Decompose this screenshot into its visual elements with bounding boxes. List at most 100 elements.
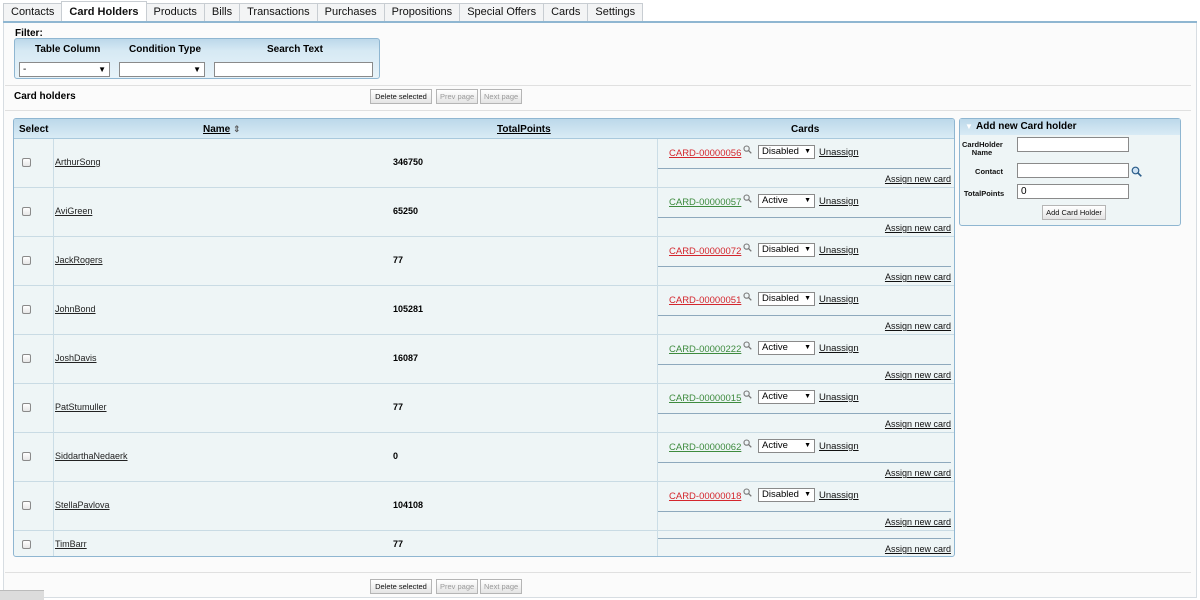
card-status-select[interactable]: Disabled ▼	[758, 145, 815, 159]
table-column-select[interactable]: - ▼	[19, 62, 110, 77]
assign-new-card-link[interactable]: Assign new card	[885, 223, 951, 233]
table-row: JoshDavis 16087 CARD-00000222 Active ▼ Unassi…	[14, 335, 954, 384]
magnifier-icon[interactable]	[743, 439, 752, 450]
tab-propositions[interactable]: Propositions	[383, 3, 461, 21]
card-status-select[interactable]: Active ▼	[758, 341, 815, 355]
delete-selected-button-bottom[interactable]: Delete selected	[370, 579, 432, 594]
tab-contacts[interactable]: Contacts	[3, 3, 63, 21]
tab-bills[interactable]: Bills	[203, 3, 241, 21]
assign-new-card-link[interactable]: Assign new card	[885, 544, 951, 554]
card-divider	[658, 511, 951, 512]
contact-lookup-icon[interactable]	[1131, 166, 1142, 180]
prev-page-button-bottom[interactable]: Prev page	[436, 579, 478, 594]
magnifier-icon[interactable]	[743, 145, 752, 156]
row-select-checkbox[interactable]	[22, 354, 31, 363]
next-page-button[interactable]: Next page	[480, 89, 522, 104]
total-points-column-header[interactable]: TotalPoints	[497, 124, 551, 135]
card-divider	[658, 364, 951, 365]
next-page-button-bottom[interactable]: Next page	[480, 579, 522, 594]
tab-settings[interactable]: Settings	[587, 3, 644, 21]
magnifier-icon[interactable]	[743, 488, 752, 499]
holder-name-link[interactable]: StellaPavlova	[55, 500, 110, 510]
card-status-value: Active	[762, 195, 788, 206]
unassign-link[interactable]: Unassign	[819, 343, 859, 354]
holder-name-link[interactable]: JackRogers	[55, 255, 103, 265]
row-select-checkbox[interactable]	[22, 305, 31, 314]
condition-type-header: Condition Type	[129, 44, 202, 55]
holder-name-link[interactable]: ArthurSong	[55, 157, 101, 167]
tab-special-offers[interactable]: Special Offers	[459, 3, 545, 21]
row-select-checkbox[interactable]	[22, 403, 31, 412]
card-link[interactable]: CARD-00000018	[669, 491, 741, 502]
magnifier-icon[interactable]	[743, 243, 752, 254]
total-points-input[interactable]: 0	[1017, 184, 1129, 199]
assign-new-card-link[interactable]: Assign new card	[885, 419, 951, 429]
assign-new-card-link[interactable]: Assign new card	[885, 272, 951, 282]
tab-products[interactable]: Products	[145, 3, 205, 21]
row-select-checkbox[interactable]	[22, 452, 31, 461]
prev-page-button[interactable]: Prev page	[436, 89, 478, 104]
total-points-value: 77	[393, 402, 404, 412]
unassign-link[interactable]: Unassign	[819, 392, 859, 403]
card-status-select[interactable]: Disabled ▼	[758, 292, 815, 306]
unassign-link[interactable]: Unassign	[819, 147, 859, 158]
assign-new-card-link[interactable]: Assign new card	[885, 174, 951, 184]
row-select-checkbox[interactable]	[22, 540, 31, 549]
magnifier-icon[interactable]	[743, 390, 752, 401]
delete-selected-button[interactable]: Delete selected	[370, 89, 432, 104]
card-link[interactable]: CARD-00000051	[669, 295, 741, 306]
unassign-link[interactable]: Unassign	[819, 196, 859, 207]
holder-name-link[interactable]: AviGreen	[55, 206, 92, 216]
unassign-link[interactable]: Unassign	[819, 294, 859, 305]
card-link[interactable]: CARD-00000056	[669, 148, 741, 159]
assign-new-card-link[interactable]: Assign new card	[885, 468, 951, 478]
condition-type-select[interactable]: ▼	[119, 62, 205, 77]
row-select-checkbox[interactable]	[22, 158, 31, 167]
assign-new-card-link[interactable]: Assign new card	[885, 370, 951, 380]
card-status-select[interactable]: Active ▼	[758, 194, 815, 208]
holder-name-link[interactable]: JoshDavis	[55, 353, 97, 363]
row-select-checkbox[interactable]	[22, 501, 31, 510]
tab-cards[interactable]: Cards	[543, 3, 589, 21]
holder-name-link[interactable]: TimBarr	[55, 539, 87, 549]
card-link[interactable]: CARD-00000072	[669, 246, 741, 257]
tab-bar: Contacts Card Holders Products Bills Tra…	[3, 1, 644, 21]
name-column-header[interactable]: Name ⇕	[203, 124, 241, 135]
name-sort-link[interactable]: Name	[203, 124, 230, 135]
row-select-checkbox[interactable]	[22, 256, 31, 265]
holder-name-link[interactable]: SiddarthaNedaerk	[55, 451, 128, 461]
unassign-link[interactable]: Unassign	[819, 245, 859, 256]
column-divider	[657, 139, 658, 556]
card-status-select[interactable]: Active ▼	[758, 439, 815, 453]
contact-input[interactable]	[1017, 163, 1129, 178]
unassign-link[interactable]: Unassign	[819, 490, 859, 501]
card-status-select[interactable]: Disabled ▼	[758, 243, 815, 257]
unassign-link[interactable]: Unassign	[819, 441, 859, 452]
card-status-select[interactable]: Disabled ▼	[758, 488, 815, 502]
holder-name-link[interactable]: PatStumuller	[55, 402, 107, 412]
card-link[interactable]: CARD-00000015	[669, 393, 741, 404]
assign-new-card-link[interactable]: Assign new card	[885, 321, 951, 331]
card-link[interactable]: CARD-00000222	[669, 344, 741, 355]
search-text-header: Search Text	[267, 44, 323, 55]
card-link[interactable]: CARD-00000057	[669, 197, 741, 208]
total-points-sort-link[interactable]: TotalPoints	[497, 124, 551, 135]
magnifier-icon[interactable]	[743, 341, 752, 352]
card-divider	[658, 413, 951, 414]
holder-name-link[interactable]: JohnBond	[55, 304, 96, 314]
horizontal-scrollbar[interactable]	[0, 590, 44, 600]
tab-card-holders[interactable]: Card Holders	[61, 1, 147, 21]
collapse-triangle-icon[interactable]: ▼	[965, 119, 973, 135]
tab-transactions[interactable]: Transactions	[239, 3, 318, 21]
search-text-input[interactable]	[214, 62, 373, 77]
assign-new-card-link[interactable]: Assign new card	[885, 517, 951, 527]
section-title: Card holders	[14, 91, 76, 102]
tab-purchases[interactable]: Purchases	[316, 3, 385, 21]
magnifier-icon[interactable]	[743, 292, 752, 303]
magnifier-icon[interactable]	[743, 194, 752, 205]
card-link[interactable]: CARD-00000062	[669, 442, 741, 453]
add-card-holder-button[interactable]: Add Card Holder	[1042, 205, 1106, 220]
holder-name-input[interactable]	[1017, 137, 1129, 152]
card-status-select[interactable]: Active ▼	[758, 390, 815, 404]
row-select-checkbox[interactable]	[22, 207, 31, 216]
